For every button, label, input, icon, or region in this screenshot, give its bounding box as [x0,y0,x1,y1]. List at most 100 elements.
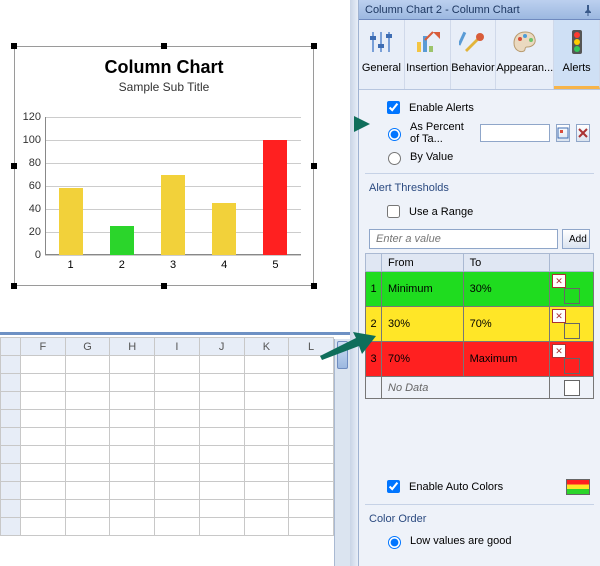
cell[interactable] [155,446,200,464]
vertical-scrollbar[interactable] [334,339,350,566]
cell[interactable] [289,446,334,464]
cell[interactable] [21,392,66,410]
cell[interactable] [65,518,110,536]
column-header[interactable]: G [65,338,110,356]
cell[interactable] [21,374,66,392]
cell[interactable] [110,464,155,482]
cell[interactable] [244,482,289,500]
cell[interactable] [21,356,66,374]
cell[interactable] [155,410,200,428]
cell[interactable] [110,428,155,446]
selection-handle[interactable] [11,283,17,289]
delete-threshold-button[interactable]: ✕ [552,344,566,358]
threshold-row[interactable]: 370%Maximum✕ [366,342,594,377]
cell[interactable] [199,428,244,446]
cell[interactable] [155,374,200,392]
cell[interactable] [289,410,334,428]
cell[interactable] [65,464,110,482]
threshold-row[interactable]: 1Minimum30%✕ [366,272,594,307]
cell[interactable] [244,464,289,482]
cell[interactable] [289,464,334,482]
cell[interactable] [244,392,289,410]
cell[interactable] [199,374,244,392]
spreadsheet[interactable]: FGHIJKL [0,332,350,566]
cell[interactable] [155,482,200,500]
cell[interactable] [199,500,244,518]
row-header[interactable] [1,518,21,536]
cell[interactable] [21,428,66,446]
cell[interactable] [199,464,244,482]
cell[interactable] [21,500,66,518]
threshold-row[interactable]: 230%70%✕ [366,307,594,342]
row-header[interactable] [1,428,21,446]
cell[interactable] [244,500,289,518]
cell[interactable] [110,356,155,374]
low-good-radio[interactable]: Low values are good [369,531,590,551]
column-header[interactable]: J [199,338,244,356]
cell[interactable] [65,482,110,500]
cell[interactable] [155,356,200,374]
selection-handle[interactable] [11,43,17,49]
row-header[interactable] [1,446,21,464]
row-header[interactable] [1,500,21,518]
delete-threshold-button[interactable]: ✕ [552,309,566,323]
color-swatch[interactable] [564,288,580,304]
selection-handle[interactable] [311,43,317,49]
cell[interactable] [65,428,110,446]
cell[interactable] [289,374,334,392]
cell[interactable] [110,392,155,410]
cell[interactable] [289,392,334,410]
mode-value-radio[interactable]: By Value [369,147,590,167]
delete-threshold-button[interactable]: ✕ [552,274,566,288]
cell[interactable] [244,446,289,464]
cell[interactable] [244,374,289,392]
selection-handle[interactable] [161,43,167,49]
cell[interactable] [199,356,244,374]
selection-handle[interactable] [161,283,167,289]
cell[interactable] [199,518,244,536]
tab-alerts[interactable]: Alerts [554,20,600,89]
cell[interactable] [289,518,334,536]
cell[interactable] [289,500,334,518]
cell[interactable] [65,356,110,374]
cell[interactable] [65,500,110,518]
cell[interactable] [65,392,110,410]
mode-percent-radio[interactable]: As Percent of Ta... [369,119,590,147]
percent-target-range-input[interactable] [480,124,550,142]
row-header[interactable] [1,464,21,482]
cell[interactable] [21,410,66,428]
row-header[interactable] [1,356,21,374]
cell[interactable] [65,374,110,392]
selection-handle[interactable] [311,283,317,289]
cell[interactable] [155,428,200,446]
design-canvas[interactable]: Column Chart Sample Sub Title 0204060801… [0,0,350,330]
cell[interactable] [110,446,155,464]
cell[interactable] [21,518,66,536]
column-header[interactable]: K [244,338,289,356]
cell[interactable] [289,482,334,500]
row-header[interactable] [1,374,21,392]
auto-colors-input[interactable] [387,480,400,493]
cell[interactable] [110,482,155,500]
cell[interactable] [244,410,289,428]
tab-behavior[interactable]: Behavior [451,20,497,89]
cell[interactable] [65,446,110,464]
vertical-splitter[interactable] [350,0,358,566]
row-header[interactable] [1,482,21,500]
selection-handle[interactable] [311,163,317,169]
pin-icon[interactable] [582,4,594,16]
add-threshold-button[interactable]: Add [562,229,590,249]
threshold-value-input[interactable] [369,229,558,249]
cell[interactable] [155,464,200,482]
enable-auto-colors-checkbox[interactable]: Enable Auto Colors [369,475,590,498]
cell[interactable] [199,446,244,464]
column-header[interactable]: H [110,338,155,356]
use-range-input[interactable] [387,205,400,218]
cell[interactable] [110,518,155,536]
color-swatch[interactable] [564,380,580,396]
tab-insertion[interactable]: Insertion [405,20,451,89]
enable-alerts-input[interactable] [387,101,400,114]
cell[interactable] [244,356,289,374]
low-good-input[interactable] [388,536,401,549]
cell[interactable] [244,518,289,536]
